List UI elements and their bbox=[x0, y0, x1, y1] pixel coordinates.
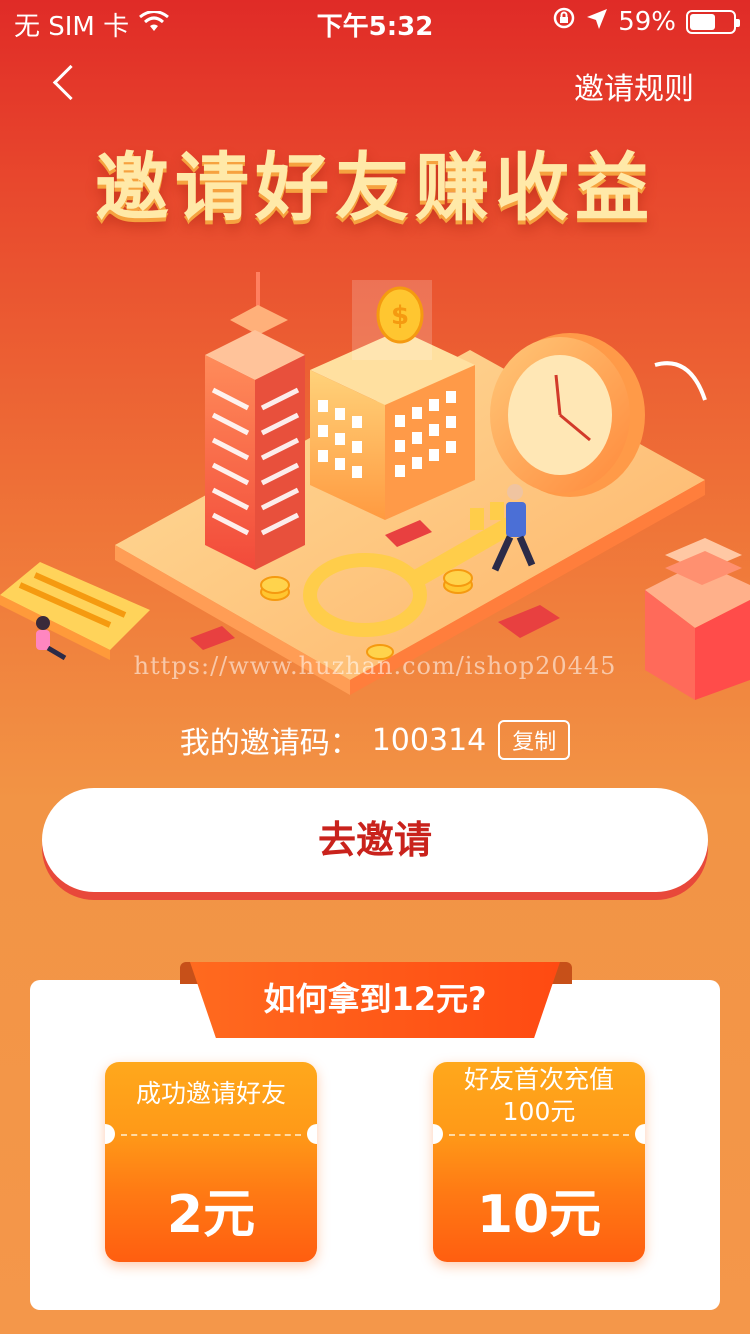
coupon-divider bbox=[449, 1134, 629, 1136]
coupon-notch bbox=[635, 1124, 645, 1144]
wing-shape bbox=[654, 361, 707, 401]
orientation-lock-icon bbox=[552, 6, 576, 37]
coupon-divider bbox=[121, 1134, 301, 1136]
status-bar: 无 SIM 卡 下午5:32 59% bbox=[0, 0, 750, 42]
invite-code-row: 我的邀请码： 100314 复制 bbox=[0, 718, 750, 762]
page-title: 邀请好友赚收益 bbox=[95, 145, 655, 231]
reward-coupon: 成功邀请好友 2元 bbox=[105, 1062, 317, 1262]
battery-percent: 59% bbox=[618, 6, 676, 37]
status-right: 59% bbox=[552, 6, 740, 37]
back-button[interactable] bbox=[46, 62, 86, 106]
clock-icon bbox=[490, 333, 645, 497]
invite-code-value: 100314 bbox=[371, 722, 487, 758]
reward-label: 好友首次充值100元 bbox=[463, 1065, 614, 1126]
tower-building bbox=[205, 272, 305, 570]
coin-icon: $ bbox=[352, 280, 432, 360]
book-shape bbox=[0, 562, 150, 660]
location-icon bbox=[586, 7, 608, 37]
copy-button[interactable]: 复制 bbox=[498, 720, 571, 760]
coupon-notch bbox=[105, 1124, 115, 1144]
svg-text:$: $ bbox=[391, 301, 409, 331]
battery-icon bbox=[686, 9, 740, 34]
reward-label: 成功邀请好友 bbox=[135, 1079, 286, 1108]
reward-amount: 10元 bbox=[476, 1185, 602, 1245]
reward-coupon: 好友首次充值100元 10元 bbox=[433, 1062, 645, 1262]
hero-illustration: $ bbox=[0, 272, 750, 700]
invite-code-label: 我的邀请码： bbox=[179, 726, 360, 761]
battery-fill bbox=[690, 13, 715, 30]
invite-button[interactable]: 去邀请 bbox=[42, 788, 708, 892]
card-title: 如何拿到12元? bbox=[190, 962, 560, 1038]
reward-amount: 2元 bbox=[166, 1185, 256, 1245]
invite-rules-link[interactable]: 邀请规则 bbox=[574, 64, 694, 108]
coupon-notch bbox=[307, 1124, 317, 1144]
watermark-text: https://www.huzhan.com/ishop20445 bbox=[133, 652, 617, 680]
